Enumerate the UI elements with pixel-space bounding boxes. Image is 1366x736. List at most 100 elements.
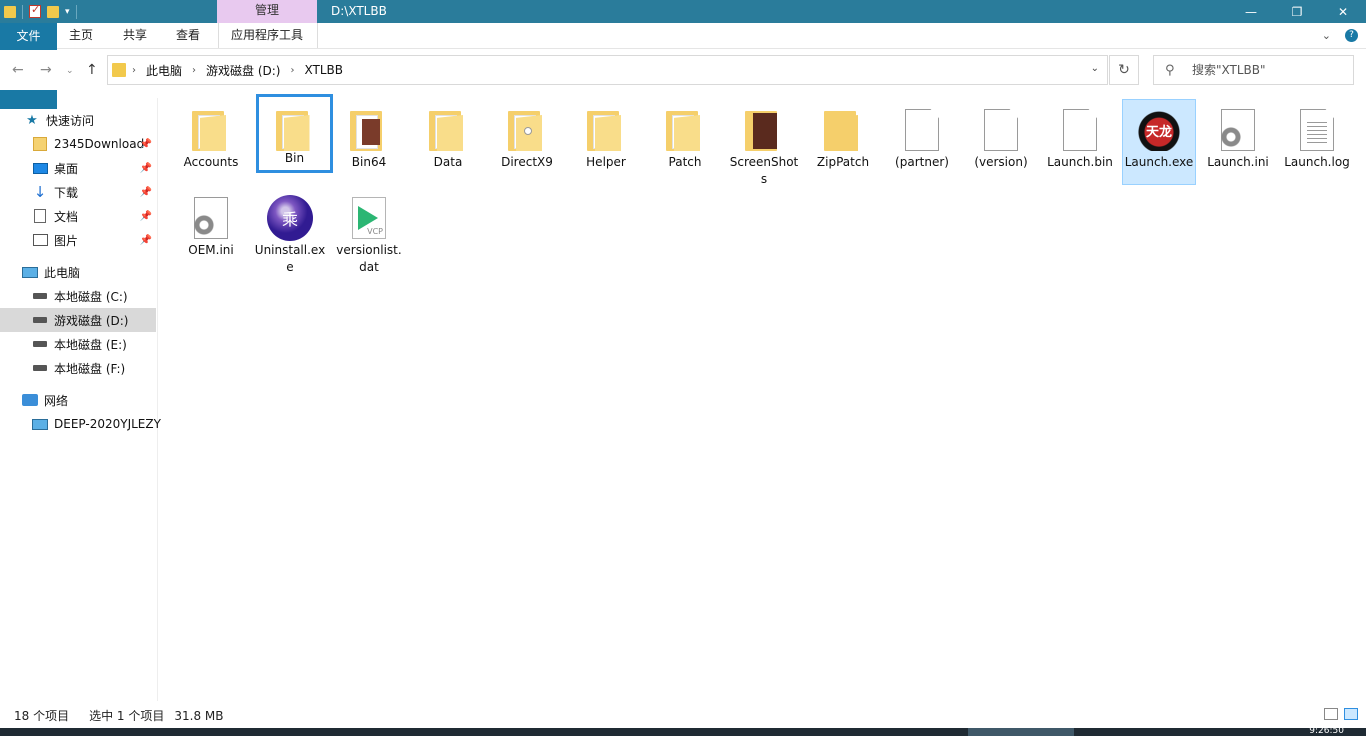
folder-image-icon xyxy=(350,109,388,151)
chevron-right-icon[interactable]: › xyxy=(192,65,196,76)
sidebar-item-documents[interactable]: 文档 📌 xyxy=(0,204,156,228)
up-arrow-icon[interactable]: ↑ xyxy=(86,62,98,78)
chevron-down-icon[interactable]: ⌄ xyxy=(1091,63,1099,74)
drive-icon xyxy=(33,293,47,299)
sidebar-item-drive-d[interactable]: 游戏磁盘 (D:) xyxy=(0,308,156,332)
folder-icon xyxy=(429,109,467,151)
tab-home[interactable]: 主页 xyxy=(57,23,105,48)
sidebar-item-label: 本地磁盘 (C:) xyxy=(54,289,128,304)
file-item-screenshots[interactable]: ScreenShots xyxy=(727,99,801,186)
search-input[interactable] xyxy=(1192,61,1342,79)
sidebar-item-label: 此电脑 xyxy=(44,265,81,280)
back-arrow-icon[interactable]: ← xyxy=(12,62,24,78)
uninstaller-icon: 乘 xyxy=(267,195,313,241)
blank-file-icon xyxy=(905,109,939,151)
customize-toolbar-icon[interactable]: ▾ xyxy=(65,7,70,17)
properties-icon[interactable] xyxy=(29,3,41,18)
file-item-patch[interactable]: Patch xyxy=(648,99,722,185)
sidebar-item-desktop[interactable]: 桌面 📌 xyxy=(0,156,156,180)
file-name: Launch.exe xyxy=(1124,155,1194,169)
sidebar-item-network-pc[interactable]: DEEP-2020YJLEZY xyxy=(0,412,161,436)
file-item-accounts[interactable]: Accounts xyxy=(174,99,248,185)
file-name: Accounts xyxy=(183,155,239,169)
pin-icon[interactable]: 📌 xyxy=(140,139,152,150)
chevron-right-icon[interactable]: › xyxy=(132,65,136,76)
divider xyxy=(22,4,23,19)
new-folder-icon[interactable] xyxy=(47,5,59,18)
large-icons-view-icon[interactable] xyxy=(1344,708,1358,720)
status-bar: 18 个项目 选中 1 个项目 31.8 MB xyxy=(0,703,1366,728)
file-item-launch-bin[interactable]: Launch.bin xyxy=(1043,99,1117,185)
breadcrumb-drive-d[interactable]: 游戏磁盘 (D:) xyxy=(206,62,280,79)
file-item-launch-exe[interactable]: 天龙 Launch.exe xyxy=(1122,99,1196,185)
sidebar-item-pictures[interactable]: 图片 📌 xyxy=(0,228,156,252)
sidebar-item-quick-access[interactable]: ★ 快速访问 xyxy=(0,108,156,132)
breadcrumb-this-pc[interactable]: 此电脑 xyxy=(146,62,182,79)
file-item-directx9[interactable]: DirectX9 xyxy=(490,99,564,185)
ribbon-tabs: 文件 主页 共享 查看 应用程序工具 ⌄ ? xyxy=(0,23,1366,109)
tab-view[interactable]: 查看 xyxy=(164,23,212,48)
file-item-versionlist-dat[interactable]: VCP versionlist.dat xyxy=(332,187,406,274)
details-view-icon[interactable] xyxy=(1324,708,1338,720)
tab-share[interactable]: 共享 xyxy=(111,23,159,48)
sidebar-item-network[interactable]: 网络 xyxy=(0,388,156,412)
forward-arrow-icon[interactable]: → xyxy=(40,62,52,78)
minimize-button[interactable]: — xyxy=(1228,0,1274,23)
file-item-helper[interactable]: Helper xyxy=(569,99,643,185)
taskbar-active-app[interactable] xyxy=(968,728,1074,736)
quick-access-toolbar: ▾ xyxy=(0,0,77,23)
address-bar[interactable]: › 此电脑 › 游戏磁盘 (D:) › XTLBB ⌄ xyxy=(107,55,1108,85)
expand-ribbon-icon[interactable]: ⌄ xyxy=(1322,29,1331,42)
sidebar-item-drive-f[interactable]: 本地磁盘 (F:) xyxy=(0,356,156,380)
folder-icon xyxy=(112,63,126,77)
file-item-version[interactable]: (version) xyxy=(964,99,1038,185)
pin-icon[interactable]: 📌 xyxy=(140,235,152,246)
computer-icon xyxy=(32,418,48,430)
file-name: Launch.ini xyxy=(1207,155,1269,169)
folder-icon[interactable] xyxy=(4,5,16,18)
file-item-oem-ini[interactable]: OEM.ini xyxy=(174,187,248,273)
sidebar-item-label: 网络 xyxy=(44,393,69,408)
file-name: Launch.log xyxy=(1284,155,1350,169)
file-name: Bin xyxy=(284,151,305,165)
folder-icon xyxy=(666,109,704,151)
game-launcher-icon: 天龙 xyxy=(1136,109,1182,151)
search-box[interactable]: ⚲ xyxy=(1153,55,1354,85)
sidebar-item-label: DEEP-2020YJLEZY xyxy=(54,417,161,431)
text-file-icon xyxy=(1300,109,1334,151)
file-item-zippatch[interactable]: ZipPatch xyxy=(806,99,880,185)
sidebar-item-drive-c[interactable]: 本地磁盘 (C:) xyxy=(0,284,156,308)
pin-icon[interactable]: 📌 xyxy=(140,211,152,222)
sidebar-item-drive-e[interactable]: 本地磁盘 (E:) xyxy=(0,332,156,356)
file-item-launch-log[interactable]: Launch.log xyxy=(1280,99,1354,185)
drive-icon xyxy=(33,341,47,347)
refresh-button[interactable]: ↻ xyxy=(1109,55,1139,85)
taskbar: 9:26:50 xyxy=(0,726,1366,736)
file-item-data[interactable]: Data xyxy=(411,99,485,185)
sidebar-item-2345download[interactable]: 2345Download 📌 xyxy=(0,132,156,156)
file-item-partner[interactable]: (partner) xyxy=(885,99,959,185)
chevron-right-icon[interactable]: › xyxy=(290,65,294,76)
breadcrumb-xtlbb[interactable]: XTLBB xyxy=(304,63,343,77)
file-item-bin64[interactable]: Bin64 xyxy=(332,99,406,185)
context-tab-manage[interactable]: 管理 xyxy=(217,0,317,23)
download-icon: ↓ xyxy=(33,183,47,201)
recent-locations-icon[interactable]: ⌄ xyxy=(66,66,74,76)
file-name: DirectX9 xyxy=(501,155,553,169)
refresh-icon: ↻ xyxy=(1118,62,1130,78)
help-icon[interactable]: ? xyxy=(1345,29,1358,42)
file-name: versionlist.dat xyxy=(336,243,402,274)
pin-icon[interactable]: 📌 xyxy=(140,187,152,198)
sidebar-item-downloads[interactable]: ↓ 下载 📌 xyxy=(0,180,156,204)
restore-button[interactable]: ❐ xyxy=(1274,0,1320,23)
sidebar-item-this-pc[interactable]: 此电脑 xyxy=(0,260,156,284)
close-button[interactable]: ✕ xyxy=(1320,0,1366,23)
file-item-launch-ini[interactable]: Launch.ini xyxy=(1201,99,1275,185)
file-item-uninstall-exe[interactable]: 乘 Uninstall.exe xyxy=(253,187,327,274)
file-name: Patch xyxy=(668,155,702,169)
sidebar-item-label: 文档 xyxy=(54,209,79,224)
pin-icon[interactable]: 📌 xyxy=(140,163,152,174)
file-item-bin[interactable]: Bin xyxy=(256,94,333,173)
file-list: Accounts Bin Bin64 Data DirectX9 Helper … xyxy=(170,94,1360,700)
tab-app-tools[interactable]: 应用程序工具 xyxy=(219,23,315,48)
